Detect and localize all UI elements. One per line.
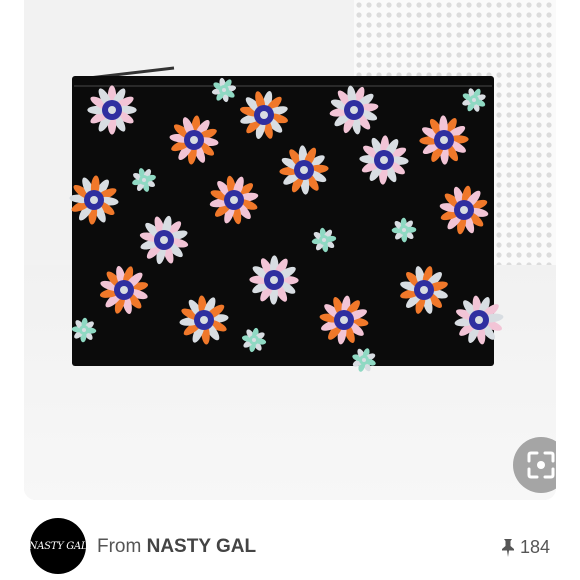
- product-image-clutch[interactable]: [24, 0, 556, 500]
- pin-footer: NASTY GAL From NASTY GAL 184: [0, 500, 580, 580]
- avatar-logo-text: NASTY GAL: [30, 540, 86, 552]
- save-count-value: 184: [519, 537, 550, 557]
- source-avatar[interactable]: NASTY GAL: [30, 518, 86, 574]
- source-attribution[interactable]: From NASTY GAL: [97, 536, 256, 558]
- save-count: 184: [500, 537, 550, 558]
- source-brand[interactable]: NASTY GAL: [147, 536, 256, 557]
- pin-card: NASTY GAL From NASTY GAL 184: [0, 0, 580, 580]
- visual-search-icon: [527, 451, 555, 479]
- pin-icon: [501, 538, 514, 557]
- source-prefix: From: [97, 536, 142, 557]
